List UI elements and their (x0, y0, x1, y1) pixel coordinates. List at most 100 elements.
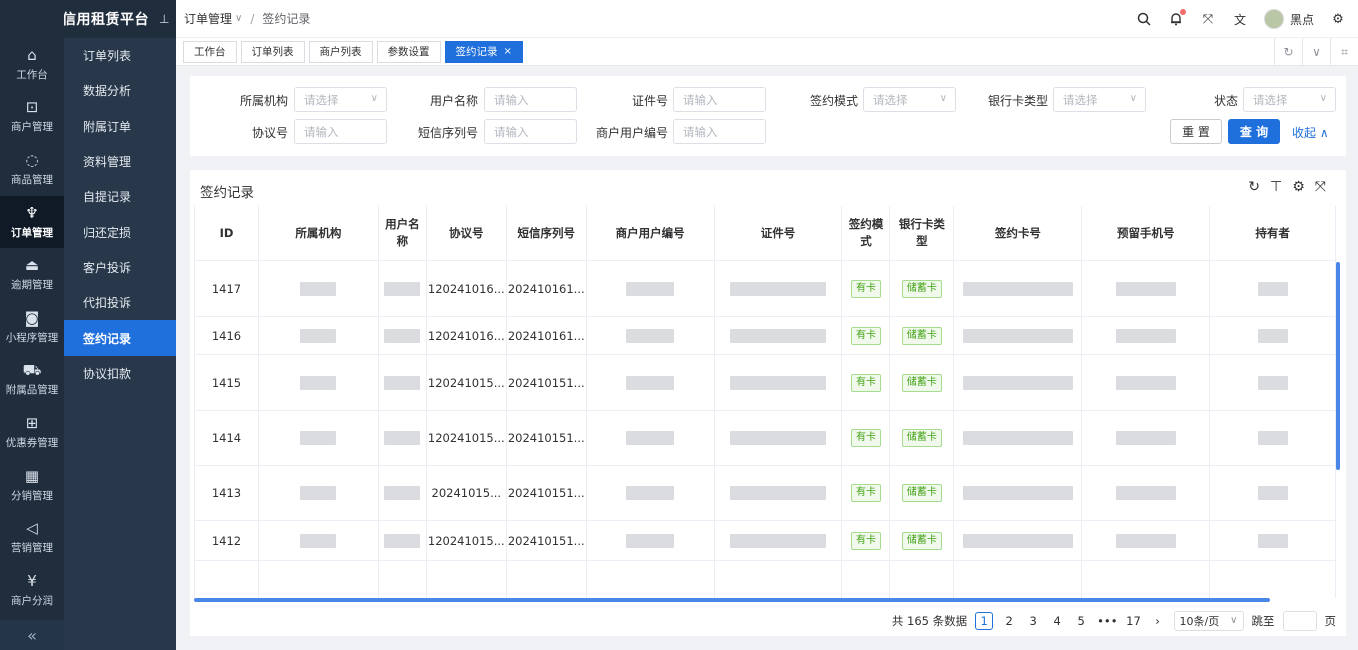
pin-icon[interactable]: ⊥ (159, 12, 169, 26)
breadcrumb-parent[interactable]: 订单管理 (184, 10, 232, 27)
nav-item-3[interactable]: ♆ 订单管理 (0, 195, 64, 249)
column-height-icon[interactable]: ⊤ (1270, 179, 1282, 195)
nav-item-7[interactable]: ⊞ 优惠券管理 (0, 406, 64, 459)
user-menu[interactable]: 黑点 (1263, 9, 1314, 29)
fullscreen-icon[interactable]: ⤧ (1315, 179, 1326, 195)
tab-4[interactable]: 签约记录 × (444, 40, 523, 63)
fullscreen-icon[interactable]: ⤧ (1200, 11, 1216, 27)
redacted-value (1115, 375, 1176, 390)
redacted-value (626, 533, 675, 548)
table-cell (379, 521, 427, 560)
submenu-item-0[interactable]: 订单列表 (64, 38, 176, 73)
submenu-item-6[interactable]: 客户投诉 (64, 250, 176, 285)
expand-icon[interactable]: ⌗ (1330, 38, 1358, 66)
query-button[interactable]: 查 询 (1228, 119, 1280, 144)
search-icon[interactable] (1136, 11, 1152, 27)
table-row[interactable]: 1413 20241015... 202410151... 有卡 储蓄卡 (195, 466, 1336, 521)
nav-item-9[interactable]: ◁ 营销管理 (0, 511, 64, 564)
table-cell (587, 561, 715, 598)
table-row[interactable]: 1412 120241015... 202410151... 有卡 储蓄卡 (195, 521, 1336, 561)
nav-item-0[interactable]: ⌂ 工作台 (0, 38, 64, 91)
column-header[interactable]: ID (195, 206, 259, 260)
column-header[interactable]: 商户用户编号 (587, 206, 715, 260)
user-input[interactable]: 请输入 (484, 87, 577, 112)
column-header[interactable]: 银行卡类型 (890, 206, 955, 260)
column-header[interactable]: 用户名称 (379, 206, 427, 260)
chevron-down-icon[interactable]: ∨ (1302, 38, 1330, 66)
redacted-value (730, 328, 827, 343)
submenu-item-5[interactable]: 归还定损 (64, 214, 176, 249)
agreement-input[interactable]: 请输入 (294, 119, 387, 144)
submenu-item-3[interactable]: 资料管理 (64, 144, 176, 179)
page-size-select[interactable]: 10条/页 ∨ (1173, 611, 1244, 631)
horizontal-scrollbar[interactable] (194, 598, 1270, 602)
table-row[interactable]: 1417 120241016... 202410161... 有卡 储蓄卡 (195, 261, 1336, 317)
submenu-item-2[interactable]: 附属订单 (64, 109, 176, 144)
submenu-item-9[interactable]: 协议扣款 (64, 356, 176, 391)
next-page-icon[interactable]: › (1150, 612, 1166, 630)
collapse-filter-link[interactable]: 收起 ∧ (1292, 124, 1329, 141)
nav-item-6[interactable]: ⛟ 附属品管理 (0, 354, 64, 407)
table-cell (379, 561, 427, 598)
page-3[interactable]: 4 (1049, 612, 1065, 630)
card-type-label: 银行卡类型 (987, 94, 1048, 108)
org-select[interactable]: 请选择 ∨ (294, 87, 387, 112)
submenu-item-8[interactable]: 签约记录 (64, 320, 176, 356)
table-row[interactable]: 1414 120241015... 202410151... 有卡 储蓄卡 (195, 411, 1336, 466)
status-select[interactable]: 请选择 ∨ (1243, 87, 1336, 112)
refresh-icon[interactable]: ↻ (1248, 179, 1260, 195)
gear-icon[interactable]: ⚙ (1330, 11, 1346, 27)
tab-2[interactable]: 商户列表 (308, 40, 373, 63)
idno-input[interactable]: 请输入 (673, 87, 766, 112)
tab-3[interactable]: 参数设置 (376, 40, 441, 63)
card-type-select[interactable]: 请选择 ∨ (1053, 87, 1146, 112)
nav-item-2[interactable]: ◌ 商品管理 (0, 143, 64, 196)
table-cell (195, 561, 259, 598)
page-4[interactable]: 5 (1073, 612, 1089, 630)
refresh-icon[interactable]: ↻ (1274, 38, 1302, 66)
goto-page-input[interactable] (1282, 611, 1317, 631)
reset-button[interactable]: 重 置 (1170, 119, 1222, 144)
table-row[interactable] (195, 561, 1336, 598)
page-6[interactable]: 17 (1126, 612, 1142, 630)
nav-item-4[interactable]: ⏏ 逾期管理 (0, 248, 64, 301)
column-header[interactable]: 协议号 (427, 206, 507, 260)
table-row[interactable]: 1416 120241016... 202410161... 有卡 储蓄卡 (195, 317, 1336, 355)
redacted-value (1257, 281, 1288, 296)
table-cell (1210, 261, 1336, 316)
submenu-item-4[interactable]: 自提记录 (64, 179, 176, 214)
collapse-sidebar-icon[interactable]: « (0, 620, 64, 650)
tab-1[interactable]: 订单列表 (240, 40, 305, 63)
goto-label: 跳至 (1251, 614, 1275, 628)
submenu-item-1[interactable]: 数据分析 (64, 73, 176, 108)
page-2[interactable]: 3 (1025, 612, 1041, 630)
page-0[interactable]: 1 (975, 612, 994, 630)
settings-icon[interactable]: ⚙ (1292, 179, 1305, 195)
mode-select[interactable]: 请选择 ∨ (863, 87, 956, 112)
chevron-down-icon[interactable]: ∨ (235, 13, 242, 24)
nav-item-8[interactable]: ▦ 分销管理 (0, 459, 64, 512)
page-5[interactable]: ••• (1097, 612, 1117, 630)
translate-icon[interactable]: 文 (1232, 11, 1248, 27)
submenu-item-7[interactable]: 代扣投诉 (64, 285, 176, 320)
page-1[interactable]: 2 (1001, 612, 1017, 630)
column-header[interactable]: 签约卡号 (954, 206, 1083, 260)
bell-icon[interactable] (1168, 9, 1186, 27)
tab-0[interactable]: 工作台 (183, 40, 237, 63)
table-row[interactable]: 1415 120241015... 202410151... 有卡 储蓄卡 (195, 355, 1336, 411)
redacted-value (1115, 281, 1176, 296)
merchant-user-input[interactable]: 请输入 (673, 119, 766, 144)
close-icon[interactable]: × (504, 46, 512, 57)
column-header[interactable]: 预留手机号 (1082, 206, 1211, 260)
nav-item-10[interactable]: ¥ 商户分润 (0, 564, 64, 617)
vertical-scrollbar[interactable] (1336, 262, 1340, 470)
sms-input[interactable]: 请输入 (484, 119, 577, 144)
column-header[interactable]: 签约模式 (842, 206, 891, 260)
column-header[interactable]: 所属机构 (259, 206, 379, 260)
home-icon: ⌂ (27, 45, 37, 64)
nav-item-1[interactable]: ⊡ 商户管理 (0, 91, 64, 144)
nav-item-5[interactable]: ◙ 小程序管理 (0, 301, 64, 354)
column-header[interactable]: 持有者 (1210, 206, 1336, 260)
column-header[interactable]: 短信序列号 (507, 206, 587, 260)
column-header[interactable]: 证件号 (715, 206, 843, 260)
